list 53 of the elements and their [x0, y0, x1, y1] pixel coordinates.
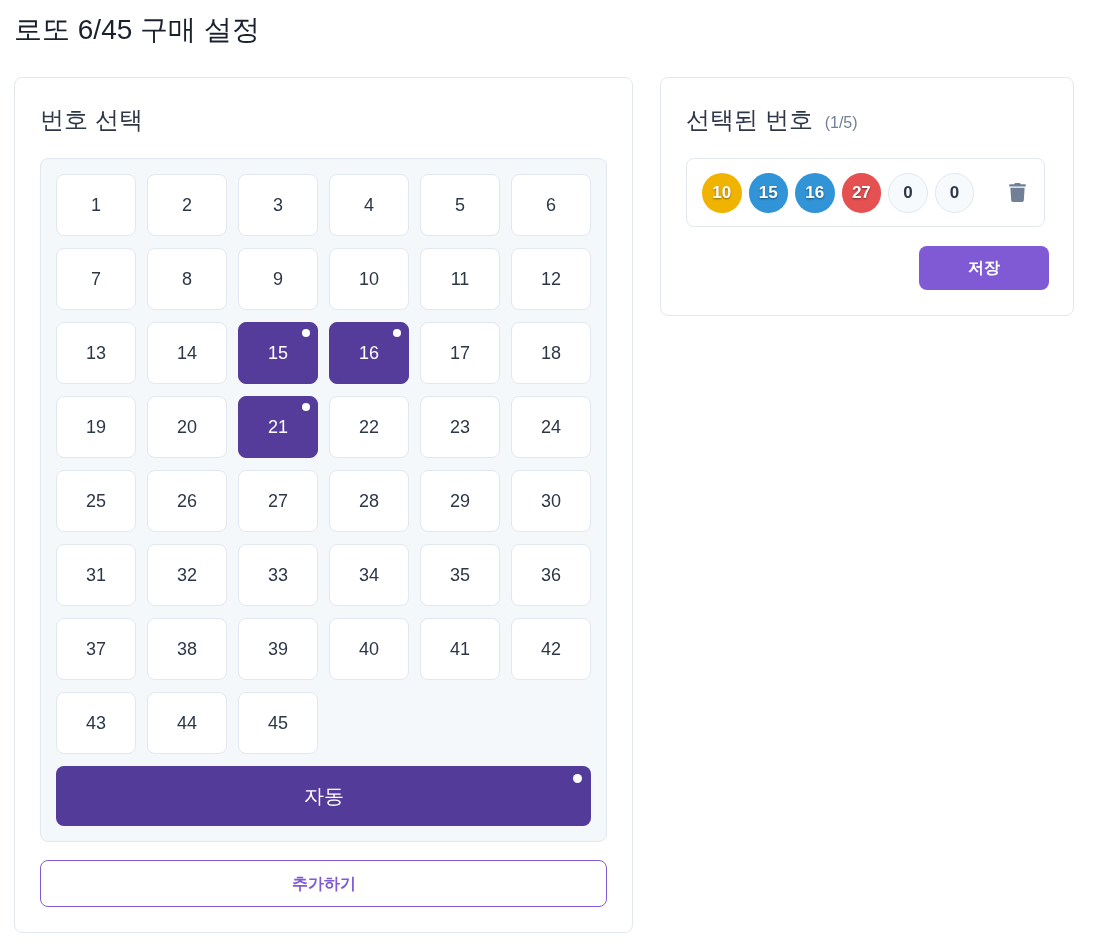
- number-cell[interactable]: 43: [56, 692, 136, 754]
- trash-icon: [1008, 183, 1026, 202]
- number-cell[interactable]: 27: [238, 470, 318, 532]
- number-cell[interactable]: 34: [329, 544, 409, 606]
- number-cell[interactable]: 10: [329, 248, 409, 310]
- number-cell[interactable]: 14: [147, 322, 227, 384]
- page-title: 로또 6/45 구매 설정: [14, 13, 261, 47]
- number-cell[interactable]: 16: [329, 322, 409, 384]
- number-cell[interactable]: 1: [56, 174, 136, 236]
- number-cell[interactable]: 38: [147, 618, 227, 680]
- panel-heading: 번호 선택: [40, 105, 144, 135]
- number-cell[interactable]: 17: [420, 322, 500, 384]
- add-button[interactable]: 추가하기: [40, 860, 607, 907]
- save-button[interactable]: 저장: [919, 246, 1049, 290]
- number-cell[interactable]: 39: [238, 618, 318, 680]
- number-cell[interactable]: 25: [56, 470, 136, 532]
- number-cell[interactable]: 11: [420, 248, 500, 310]
- number-cell[interactable]: 18: [511, 322, 591, 384]
- number-cell[interactable]: 40: [329, 618, 409, 680]
- number-cell[interactable]: 2: [147, 174, 227, 236]
- number-cell[interactable]: 30: [511, 470, 591, 532]
- number-cell[interactable]: 13: [56, 322, 136, 384]
- number-cell[interactable]: 42: [511, 618, 591, 680]
- number-cell[interactable]: 3: [238, 174, 318, 236]
- number-cell[interactable]: 44: [147, 692, 227, 754]
- number-cell[interactable]: 32: [147, 544, 227, 606]
- number-cell[interactable]: 9: [238, 248, 318, 310]
- number-cell[interactable]: 29: [420, 470, 500, 532]
- number-cell[interactable]: 12: [511, 248, 591, 310]
- number-cell[interactable]: 37: [56, 618, 136, 680]
- number-cell[interactable]: 8: [147, 248, 227, 310]
- number-cell[interactable]: 31: [56, 544, 136, 606]
- number-cell[interactable]: 22: [329, 396, 409, 458]
- number-cell[interactable]: 5: [420, 174, 500, 236]
- number-cell[interactable]: 35: [420, 544, 500, 606]
- number-cell[interactable]: 4: [329, 174, 409, 236]
- number-cell[interactable]: 19: [56, 396, 136, 458]
- number-cell[interactable]: 26: [147, 470, 227, 532]
- number-cell[interactable]: 41: [420, 618, 500, 680]
- number-cell[interactable]: 28: [329, 470, 409, 532]
- selection-count: (1/5): [824, 113, 858, 133]
- number-cell[interactable]: 6: [511, 174, 591, 236]
- number-cell[interactable]: 23: [420, 396, 500, 458]
- number-cell[interactable]: 36: [511, 544, 591, 606]
- number-cell[interactable]: 45: [238, 692, 318, 754]
- panel-heading: 선택된 번호: [686, 105, 813, 135]
- number-cell[interactable]: 33: [238, 544, 318, 606]
- number-cell[interactable]: 21: [238, 396, 318, 458]
- auto-button[interactable]: 자동: [56, 766, 591, 826]
- number-cell[interactable]: 15: [238, 322, 318, 384]
- number-cell[interactable]: 7: [56, 248, 136, 310]
- number-cell[interactable]: 24: [511, 396, 591, 458]
- number-cell[interactable]: 20: [147, 396, 227, 458]
